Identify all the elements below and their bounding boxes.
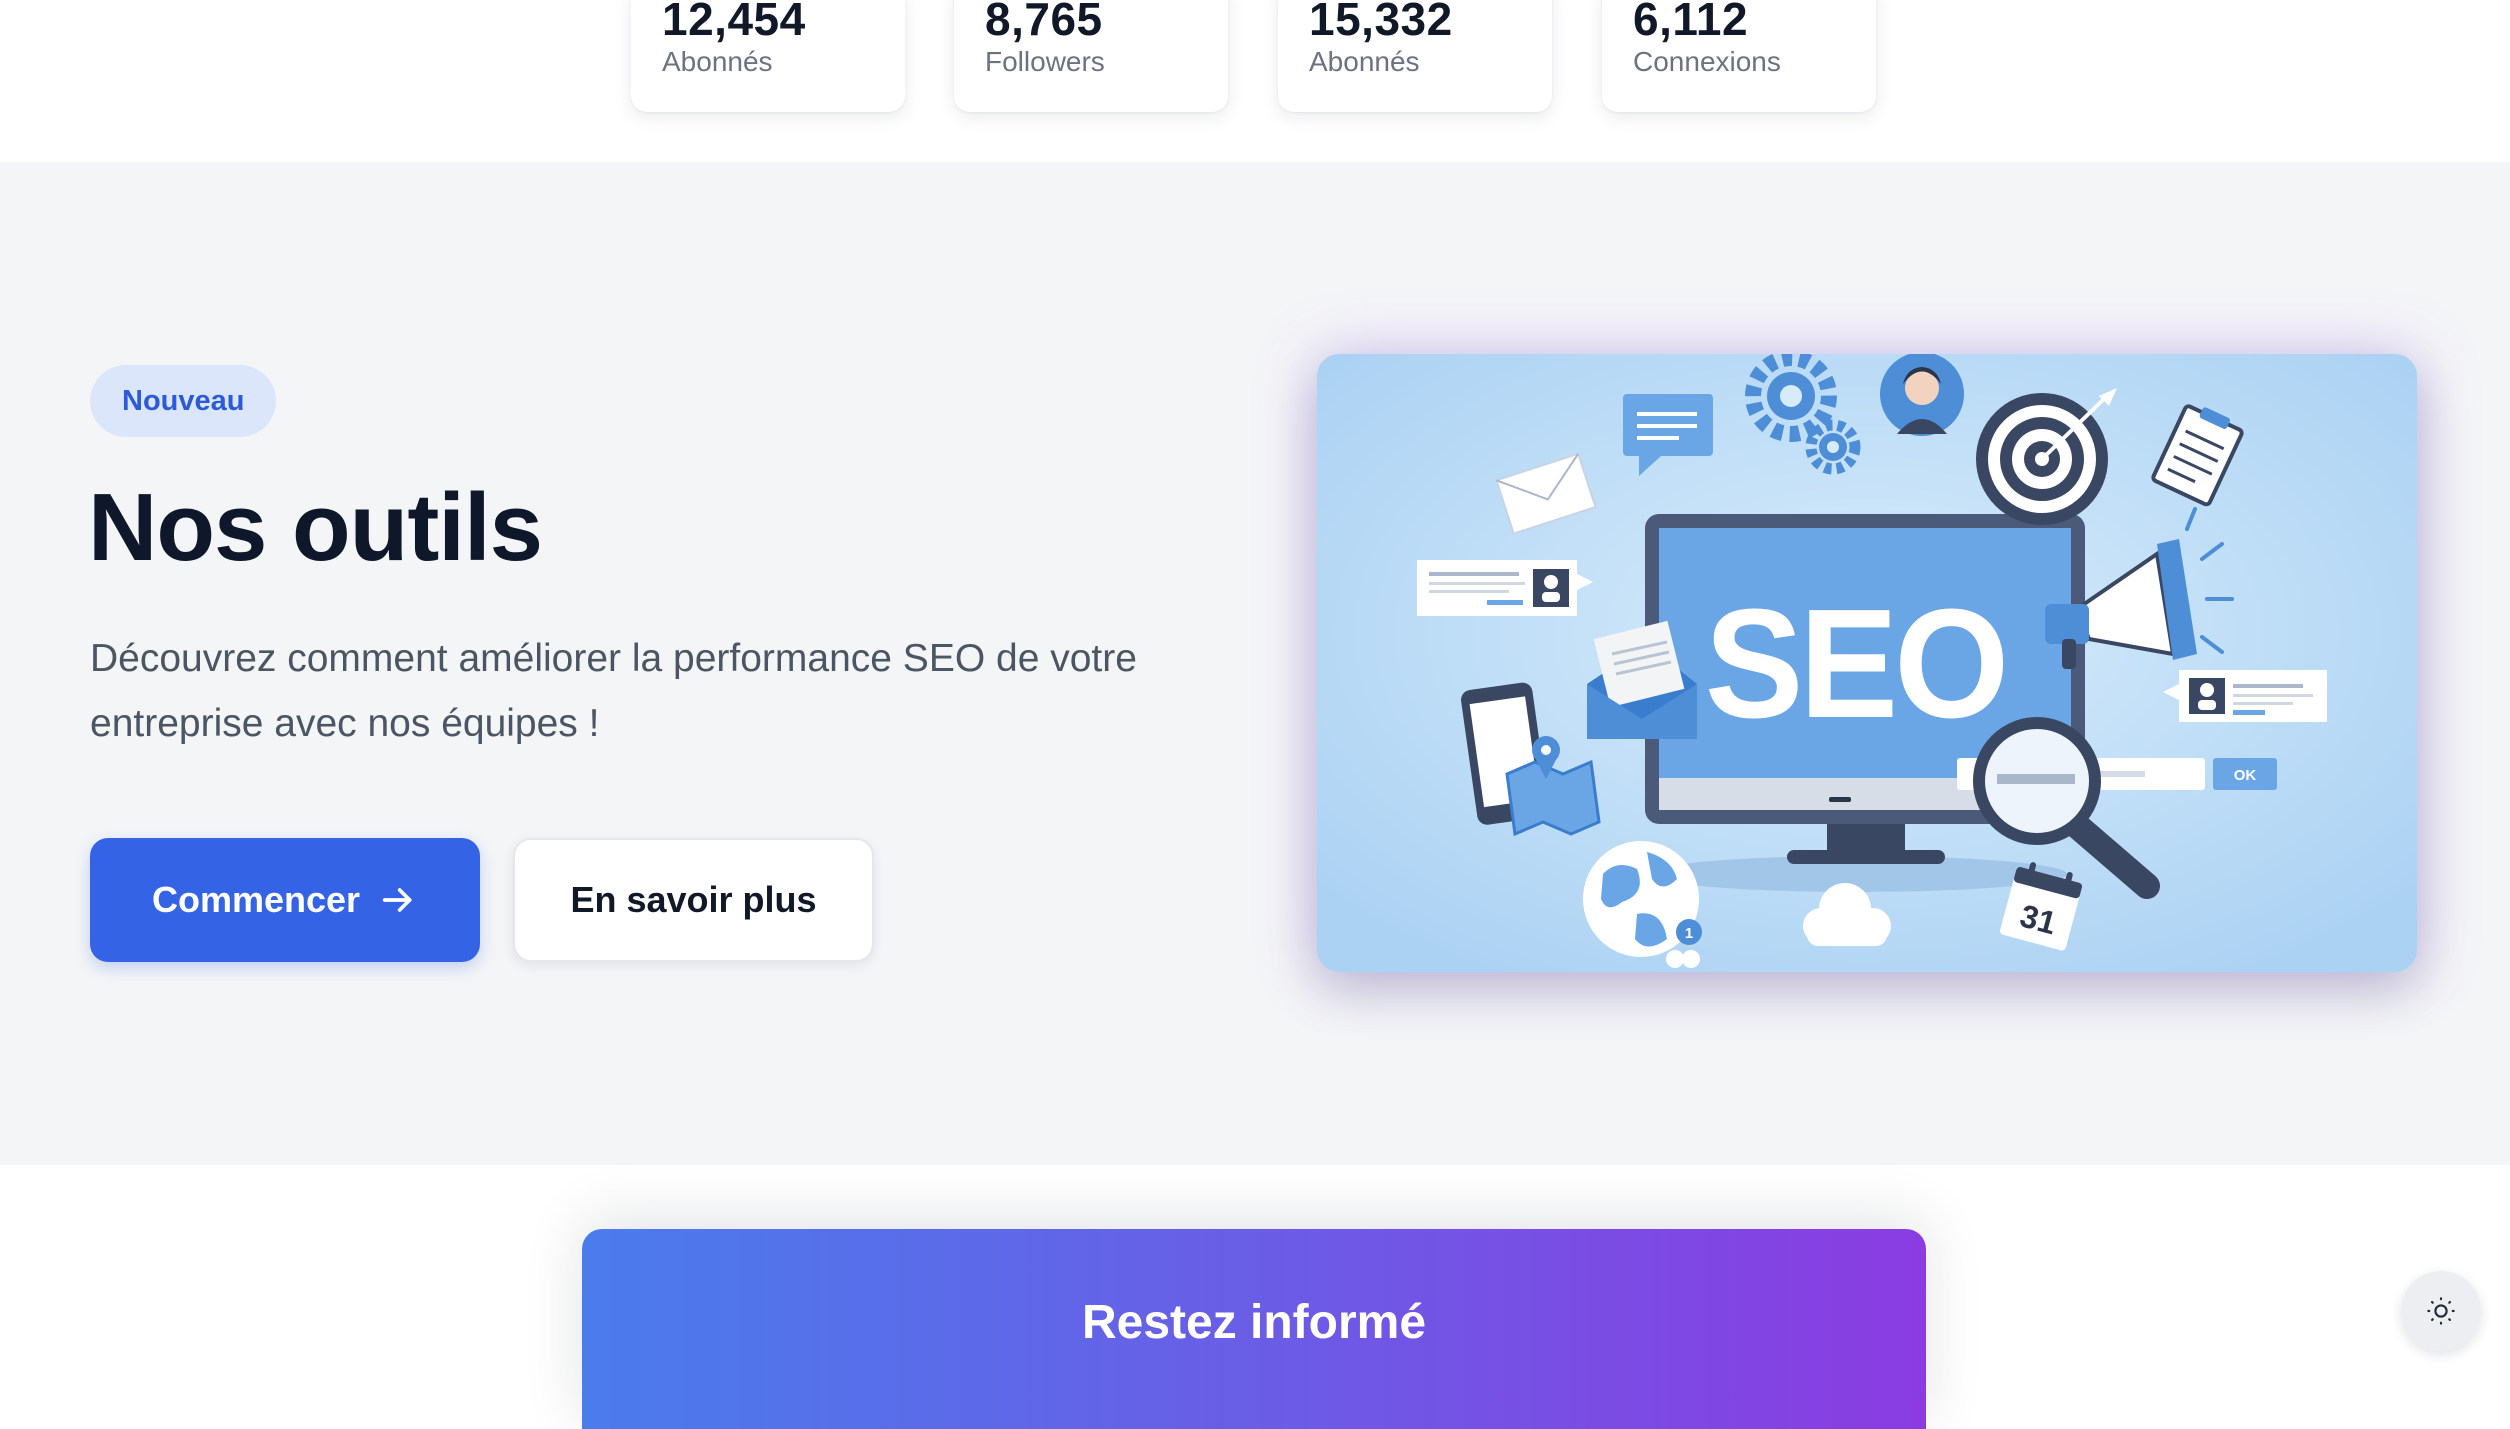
stat-label: Followers: [985, 46, 1105, 77]
hero-section: Nouveau Nos outils Découvrez comment amé…: [0, 162, 2510, 1165]
stat-value: 15,332: [1309, 0, 1453, 45]
stat-card: 8,765 Followers: [954, 0, 1228, 112]
stat-label: Abonnés: [1309, 46, 1420, 77]
get-started-label: Commencer: [151, 879, 361, 920]
stat-label: Abonnés: [662, 46, 773, 77]
theme-toggle-button[interactable]: [2401, 1271, 2481, 1351]
stat-value: 6,112: [1633, 0, 1749, 45]
seo-text: SEO: [1705, 578, 2006, 751]
hero-description: Découvrez comment améliorer la performan…: [90, 637, 1137, 745]
avatar-icon: [1880, 354, 1964, 436]
stat-value: 8,765: [985, 0, 1103, 45]
hero-title: Nos outils: [88, 474, 543, 581]
seo-illustration: SEO OK 1 31: [1317, 354, 2417, 972]
newsletter-banner: Restez informé: [582, 1229, 1926, 1429]
sun-icon: [2427, 1297, 2455, 1325]
arrow-right-icon: [382, 888, 412, 912]
notification-count: 1: [1685, 925, 1693, 942]
learn-more-button[interactable]: En savoir plus: [513, 838, 874, 962]
stat-card: 6,112 Connexions: [1602, 0, 1876, 112]
stats-strip: 12,454 Abonnés 8,765 Followers 15,332 Ab…: [0, 0, 2510, 162]
get-started-button[interactable]: Commencer: [90, 838, 480, 962]
stat-card: 15,332 Abonnés: [1278, 0, 1552, 112]
new-badge: Nouveau: [90, 365, 277, 437]
stat-card: 12,454 Abonnés: [631, 0, 905, 112]
newsletter-title: Restez informé: [1081, 1296, 1427, 1349]
profile-card-right: [2163, 670, 2327, 722]
search-ok-text: OK: [2234, 767, 2257, 784]
profile-card-left: [1417, 560, 1593, 616]
stat-value: 12,454: [662, 0, 806, 45]
stat-label: Connexions: [1633, 46, 1781, 77]
